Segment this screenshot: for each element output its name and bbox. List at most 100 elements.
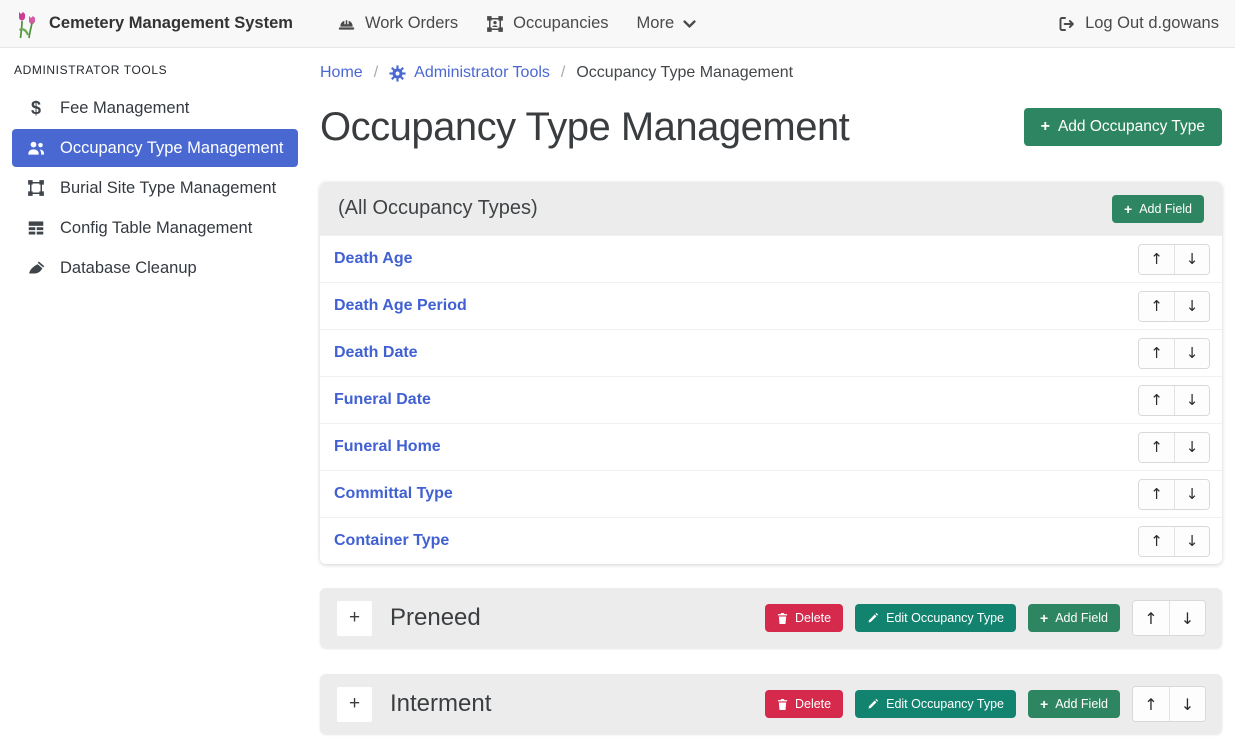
section-title: Interment <box>390 690 765 718</box>
nav-label: More <box>637 14 675 33</box>
button-label: Add Field <box>1055 611 1108 625</box>
field-row: Death Age ↑ ↓ <box>320 235 1222 282</box>
field-link-committal-type[interactable]: Committal Type <box>334 485 453 503</box>
button-label: Add Occupancy Type <box>1058 118 1205 136</box>
logout-label: Log Out d.gowans <box>1085 14 1219 33</box>
move-up-button[interactable]: ↑ <box>1139 480 1174 509</box>
plus-icon: + <box>1040 697 1048 711</box>
move-up-button[interactable]: ↑ <box>1139 245 1174 274</box>
delete-button[interactable]: Delete <box>765 604 843 632</box>
main-content: Home / Administrator Tools / Occupanc <box>320 48 1222 734</box>
occupancy-type-section-preneed: + Preneed Delete Edit <box>320 588 1222 648</box>
users-icon <box>24 140 48 156</box>
field-row: Funeral Date ↑ ↓ <box>320 376 1222 423</box>
nav-more[interactable]: More <box>623 0 711 48</box>
sidebar-item-config-table-management[interactable]: Config Table Management <box>12 209 298 247</box>
expand-button[interactable]: + <box>336 600 373 637</box>
all-occupancy-types-header: (All Occupancy Types) + Add Field <box>320 182 1222 235</box>
primary-nav: Work Orders Occupancies More <box>323 0 710 48</box>
move-up-button[interactable]: ↑ <box>1133 601 1169 635</box>
table-icon <box>24 220 48 236</box>
reorder-button-group: ↑ ↓ <box>1138 385 1210 416</box>
sidebar-item-label: Burial Site Type Management <box>60 179 276 198</box>
field-link-death-date[interactable]: Death Date <box>334 344 418 362</box>
breadcrumb-current: Occupancy Type Management <box>576 64 793 82</box>
breadcrumb: Home / Administrator Tools / Occupanc <box>320 48 1222 82</box>
breadcrumb-home[interactable]: Home <box>320 64 363 82</box>
move-down-button[interactable]: ↓ <box>1174 433 1209 462</box>
breadcrumb-administrator-tools[interactable]: Administrator Tools <box>389 64 550 82</box>
page-header: Occupancy Type Management + Add Occupanc… <box>320 98 1222 156</box>
move-down-button[interactable]: ↓ <box>1174 245 1209 274</box>
field-row: Container Type ↑ ↓ <box>320 517 1222 564</box>
breadcrumb-label: Administrator Tools <box>414 64 550 82</box>
sidebar-item-fee-management[interactable]: $ Fee Management <box>12 89 298 127</box>
move-down-button[interactable]: ↓ <box>1169 687 1205 721</box>
sidebar-item-label: Config Table Management <box>60 219 252 238</box>
reorder-button-group: ↑ ↓ <box>1138 338 1210 369</box>
broom-icon <box>24 260 48 277</box>
gear-icon <box>389 65 406 82</box>
move-down-button[interactable]: ↓ <box>1174 480 1209 509</box>
move-up-button[interactable]: ↑ <box>1139 386 1174 415</box>
field-link-funeral-date[interactable]: Funeral Date <box>334 391 431 409</box>
reorder-button-group: ↑ ↓ <box>1138 479 1210 510</box>
top-navbar: Cemetery Management System Work Orders <box>0 0 1235 48</box>
field-link-death-age-period[interactable]: Death Age Period <box>334 297 467 315</box>
button-label: Add Field <box>1139 202 1192 216</box>
delete-button[interactable]: Delete <box>765 690 843 718</box>
move-down-button[interactable]: ↓ <box>1174 292 1209 321</box>
edit-occupancy-type-button[interactable]: Edit Occupancy Type <box>855 604 1016 632</box>
sign-out-icon <box>1057 15 1076 33</box>
reorder-button-group: ↑ ↓ <box>1132 686 1206 722</box>
sidebar-item-label: Database Cleanup <box>60 259 197 278</box>
section-title: Preneed <box>390 604 765 632</box>
breadcrumb-separator: / <box>374 64 378 82</box>
reorder-button-group: ↑ ↓ <box>1138 244 1210 275</box>
nav-occupancies[interactable]: Occupancies <box>472 0 622 48</box>
field-row: Death Age Period ↑ ↓ <box>320 282 1222 329</box>
add-field-button[interactable]: + Add Field <box>1028 604 1120 632</box>
expand-button[interactable]: + <box>336 686 373 723</box>
edit-occupancy-type-button[interactable]: Edit Occupancy Type <box>855 690 1016 718</box>
section-actions: Delete Edit Occupancy Type + Add Field ↑… <box>765 686 1206 722</box>
move-down-button[interactable]: ↓ <box>1174 339 1209 368</box>
tulip-logo-icon <box>16 9 39 39</box>
dollar-icon: $ <box>24 99 48 117</box>
plus-icon: + <box>1041 119 1050 135</box>
sidebar-item-database-cleanup[interactable]: Database Cleanup <box>12 249 298 287</box>
move-down-button[interactable]: ↓ <box>1174 386 1209 415</box>
reorder-button-group: ↑ ↓ <box>1138 432 1210 463</box>
move-up-button[interactable]: ↑ <box>1139 527 1174 556</box>
nav-label: Work Orders <box>365 14 458 33</box>
field-link-container-type[interactable]: Container Type <box>334 532 449 550</box>
move-up-button[interactable]: ↑ <box>1133 687 1169 721</box>
move-down-button[interactable]: ↓ <box>1169 601 1205 635</box>
all-occupancy-types-card: (All Occupancy Types) + Add Field Death … <box>320 182 1222 564</box>
field-link-funeral-home[interactable]: Funeral Home <box>334 438 441 456</box>
add-occupancy-type-button[interactable]: + Add Occupancy Type <box>1024 108 1222 146</box>
sidebar-item-burial-site-type-management[interactable]: Burial Site Type Management <box>12 169 298 207</box>
field-link-death-age[interactable]: Death Age <box>334 250 413 268</box>
move-up-button[interactable]: ↑ <box>1139 292 1174 321</box>
button-label: Add Field <box>1055 697 1108 711</box>
field-row: Death Date ↑ ↓ <box>320 329 1222 376</box>
vector-square-icon <box>24 179 48 197</box>
reorder-button-group: ↑ ↓ <box>1138 526 1210 557</box>
breadcrumb-separator: / <box>561 64 565 82</box>
reorder-button-group: ↑ ↓ <box>1132 600 1206 636</box>
breadcrumb-label: Home <box>320 64 363 82</box>
sidebar-item-occupancy-type-management[interactable]: Occupancy Type Management <box>12 129 298 167</box>
hard-hat-icon <box>337 15 356 32</box>
plus-icon: + <box>1124 202 1132 216</box>
move-up-button[interactable]: ↑ <box>1139 339 1174 368</box>
plus-icon: + <box>1040 611 1048 625</box>
field-row: Committal Type ↑ ↓ <box>320 470 1222 517</box>
app-brand[interactable]: Cemetery Management System <box>16 9 293 39</box>
add-field-button[interactable]: + Add Field <box>1028 690 1120 718</box>
move-down-button[interactable]: ↓ <box>1174 527 1209 556</box>
add-field-button[interactable]: + Add Field <box>1112 195 1204 223</box>
move-up-button[interactable]: ↑ <box>1139 433 1174 462</box>
logout-link[interactable]: Log Out d.gowans <box>1057 14 1219 33</box>
nav-work-orders[interactable]: Work Orders <box>323 0 472 48</box>
